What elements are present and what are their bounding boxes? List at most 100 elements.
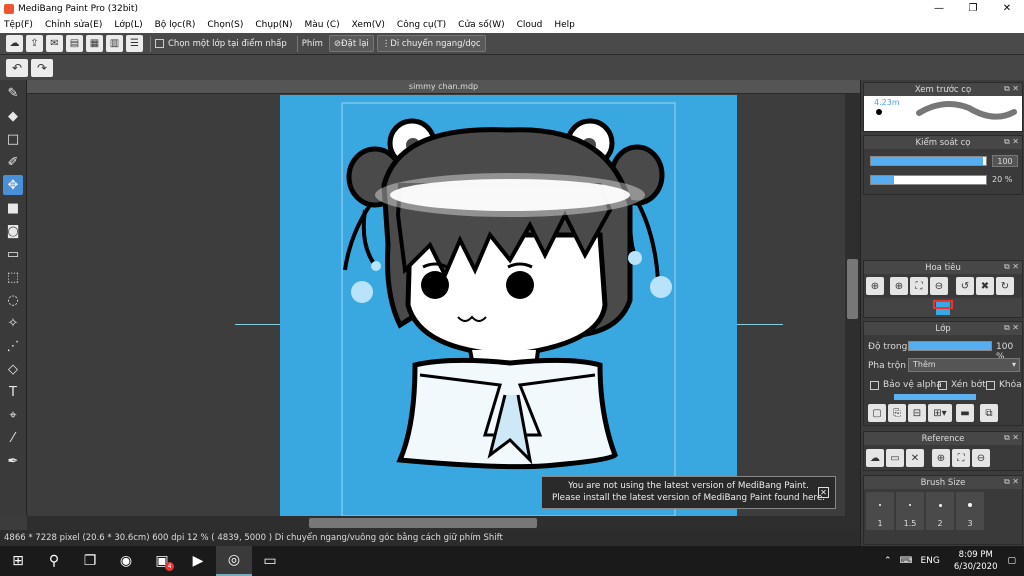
menu-color[interactable]: Màu (C) — [305, 20, 340, 30]
add-layer-menu-icon[interactable]: ⊞▾ — [928, 404, 952, 422]
list-icon[interactable]: ☰ — [126, 35, 143, 52]
maximize-button[interactable]: ❐ — [956, 3, 990, 14]
reference-zoom-out-icon[interactable]: ⊖ — [972, 449, 990, 467]
search-icon[interactable]: ⚲ — [36, 546, 72, 576]
navigator-view-rect[interactable] — [933, 300, 953, 309]
select-layer-checkbox[interactable] — [155, 39, 164, 48]
menu-help[interactable]: Help — [554, 20, 575, 30]
redo-icon[interactable]: ↷ — [31, 58, 53, 77]
move-tool-icon[interactable]: ✥ — [3, 175, 23, 195]
panel-close-icon[interactable]: ⧉ ✕ — [1004, 137, 1019, 147]
close-reference-icon[interactable]: ✕ — [906, 449, 924, 467]
eyedropper-tool-icon[interactable]: ⁄ — [3, 428, 23, 448]
canvas-area[interactable] — [27, 94, 845, 516]
menu-snap[interactable]: Chụp(N) — [255, 20, 292, 30]
menu-edit[interactable]: Chỉnh sửa(E) — [45, 20, 102, 30]
protect-alpha-checkbox[interactable] — [870, 380, 879, 390]
update-notification[interactable]: You are not using the latest version of … — [541, 476, 836, 509]
select-eraser-tool-icon[interactable]: ◇ — [3, 359, 23, 379]
menu-window[interactable]: Cửa số(W) — [458, 20, 504, 30]
menu-filter[interactable]: Bộ lọc(R) — [155, 20, 196, 30]
clipping-checkbox[interactable] — [938, 380, 947, 390]
lock-checkbox[interactable] — [986, 380, 995, 390]
protect-alpha-option[interactable]: Bảo vệ alpha — [870, 380, 942, 390]
upload-icon[interactable]: ⇪ — [26, 35, 43, 52]
medibang-icon[interactable]: ◎ — [216, 546, 252, 576]
start-icon[interactable]: ⊞ — [0, 546, 36, 576]
fit-screen-icon[interactable]: ⛶ — [910, 277, 928, 295]
brush-size-cell[interactable]: 2 — [926, 492, 954, 530]
magic-wand-tool-icon[interactable]: ✧ — [3, 313, 23, 333]
layer-opacity-slider[interactable] — [908, 341, 992, 351]
comment-icon[interactable]: ▤ — [66, 35, 83, 52]
document-icon[interactable]: ▦ — [86, 35, 103, 52]
text-tool-icon[interactable]: T — [3, 382, 23, 402]
clipping-option[interactable]: Xén bớt — [938, 380, 986, 390]
chevron-up-icon[interactable]: ⌃ — [884, 556, 892, 566]
menu-cloud[interactable]: Cloud — [517, 20, 543, 30]
keyboard-icon[interactable]: ⌨ — [899, 556, 912, 566]
operation-tool-icon[interactable]: ⌖ — [3, 405, 23, 425]
merge-layer-icon[interactable]: ⊟ — [908, 404, 926, 422]
rotate-left-icon[interactable]: ↺ — [956, 277, 974, 295]
zalo-icon[interactable]: ▣ 4 — [144, 546, 180, 576]
bucket-tool-icon[interactable]: ◙ — [3, 221, 23, 241]
brush-size-cell[interactable]: 1 — [866, 492, 894, 530]
brush-size-cell[interactable]: 1.5 — [896, 492, 924, 530]
pen-tool-icon[interactable]: ✒ — [3, 451, 23, 471]
menu-tools[interactable]: Công cụ(T) — [397, 20, 446, 30]
close-button[interactable]: ✕ — [990, 3, 1024, 14]
blend-mode-select[interactable]: Thêm ▾ — [908, 358, 1020, 372]
vertical-scroll-thumb[interactable] — [847, 259, 858, 319]
zoom-in-alt-icon[interactable]: ⊕ — [890, 277, 908, 295]
document-tab[interactable]: simmy chan.mdp — [27, 80, 860, 94]
open-folder-icon[interactable]: ▭ — [886, 449, 904, 467]
chrome-icon[interactable]: ◉ — [108, 546, 144, 576]
new-layer-icon[interactable]: ▢ — [868, 404, 886, 422]
grid-icon[interactable]: ▥ — [106, 35, 123, 52]
rectangle-tool-icon[interactable]: □ — [3, 129, 23, 149]
eraser-tool-icon[interactable]: ◆ — [3, 106, 23, 126]
zoom-icon[interactable]: ▶ — [180, 546, 216, 576]
select-layer-option[interactable]: Chọn một lớp tại điểm nhấp — [155, 39, 287, 49]
brush-size-value[interactable]: 100 — [992, 155, 1018, 167]
brush-size-cell[interactable]: 3 — [956, 492, 984, 530]
zoom-in-icon[interactable]: ⊕ — [866, 277, 884, 295]
navigator-preview[interactable] — [864, 298, 1022, 317]
minimize-button[interactable]: — — [922, 3, 956, 14]
language-indicator[interactable]: ENG — [920, 556, 939, 566]
brush-opacity-slider[interactable] — [870, 175, 987, 185]
chat-icon[interactable]: ✉ — [46, 35, 63, 52]
reference-zoom-in-icon[interactable]: ⊕ — [932, 449, 950, 467]
undo-icon[interactable]: ↶ — [6, 58, 28, 77]
panel-close-icon[interactable]: ⧉ ✕ — [1004, 477, 1019, 487]
reset-button[interactable]: ⊘ Đặt lại — [328, 35, 374, 52]
reset-view-icon[interactable]: ✖ — [976, 277, 994, 295]
file-explorer-icon[interactable]: ▭ — [252, 546, 288, 576]
select-pen-tool-icon[interactable]: ⋰ — [3, 336, 23, 356]
lasso-tool-icon[interactable]: ◌ — [3, 290, 23, 310]
menu-select[interactable]: Chọn(S) — [207, 20, 243, 30]
folder-icon[interactable]: ▬ — [956, 404, 974, 422]
horizontal-scroll-thumb[interactable] — [309, 518, 537, 528]
panel-close-icon[interactable]: ⧉ ✕ — [1004, 84, 1019, 94]
move-direction-button[interactable]: ⋮ Di chuyển ngang/dọc — [376, 35, 486, 52]
panel-close-icon[interactable]: ⧉ ✕ — [1004, 433, 1019, 443]
select-rect-tool-icon[interactable]: ⬚ — [3, 267, 23, 287]
notification-center-icon[interactable]: ▢ — [1007, 556, 1016, 566]
fill-rect-tool-icon[interactable]: ■ — [3, 198, 23, 218]
clock[interactable]: 8:09 PM 6/30/2020 — [954, 549, 998, 573]
panel-close-icon[interactable]: ⧉ ✕ — [1004, 323, 1019, 333]
close-icon[interactable]: ✕ — [818, 487, 829, 498]
horizontal-scrollbar[interactable] — [27, 516, 860, 530]
duplicate-layer-icon[interactable]: ⧉ — [980, 404, 998, 422]
brush-size-slider[interactable] — [870, 156, 987, 166]
zoom-out-icon[interactable]: ⊖ — [930, 277, 948, 295]
vertical-scrollbar[interactable] — [845, 94, 860, 516]
cloud-download-icon[interactable]: ☁ — [866, 449, 884, 467]
cloud-icon[interactable]: ☁ — [6, 35, 23, 52]
menu-view[interactable]: Xem(V) — [352, 20, 385, 30]
rotate-right-icon[interactable]: ↻ — [996, 277, 1014, 295]
layer-thumbnail-strip[interactable] — [894, 394, 976, 400]
copy-layer-icon[interactable]: ⎘ — [888, 404, 906, 422]
